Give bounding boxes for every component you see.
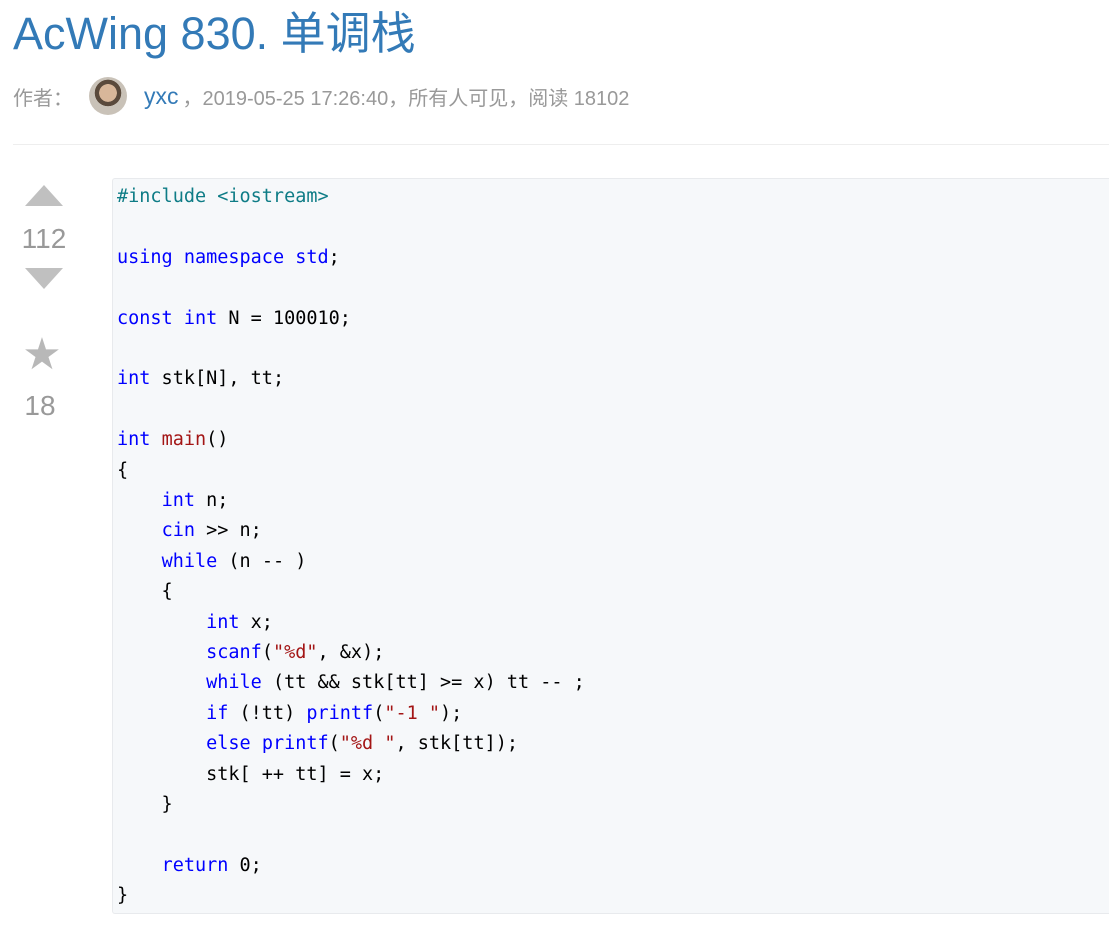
code-line: if (!tt) printf("-1 "); — [206, 702, 463, 724]
downvote-icon[interactable] — [25, 268, 63, 289]
avatar[interactable] — [89, 77, 127, 115]
divider — [13, 144, 1109, 145]
code-line: int n; — [161, 490, 229, 511]
favorite-count: 18 — [24, 390, 56, 421]
code-line: cin >> n; — [161, 520, 262, 542]
article-meta: 作者： yxc ，2019-05-25 17:26:40，所有人可见，阅读 18… — [13, 76, 629, 116]
vote-panel: 112 ★ 18 — [0, 178, 88, 423]
code-line: int main() — [117, 429, 229, 451]
code-line: #include <iostream> — [117, 186, 329, 207]
meta-info: ，2019-05-25 17:26:40，所有人可见，阅读 18102 — [182, 87, 630, 110]
code-line: const int N = 100010; — [117, 307, 351, 329]
code-line: { — [117, 459, 129, 481]
code-line: int stk[N], tt; — [117, 368, 285, 390]
favorite-star-icon[interactable]: ★ — [22, 333, 61, 377]
code-line: { — [117, 581, 173, 603]
code-line: while (tt && stk[tt] >= x) tt -- ; — [206, 672, 585, 694]
code-line: scanf("%d", &x); — [206, 642, 385, 664]
code-line: while (n -- ) — [161, 550, 307, 572]
page-title: AcWing 830. 单调栈 — [13, 8, 416, 59]
code-line: int x; — [206, 611, 273, 633]
code-line: } — [117, 794, 173, 816]
upvote-icon[interactable] — [25, 185, 63, 206]
code-line: using namespace std; — [117, 246, 340, 268]
code-block: #include <iostream> using namespace std; c… — [112, 178, 1109, 914]
code-line: return 0; — [161, 854, 262, 876]
author-label: 作者： — [13, 87, 73, 110]
code-line: } — [117, 885, 129, 907]
vote-count: 112 — [21, 223, 67, 254]
code-line: stk[ ++ tt] = x; — [117, 763, 385, 785]
code-line: else printf("%d ", stk[tt]); — [206, 733, 519, 755]
author-link[interactable]: yxc — [144, 83, 179, 110]
code-content: #include <iostream> using namespace std; c… — [117, 182, 1109, 912]
